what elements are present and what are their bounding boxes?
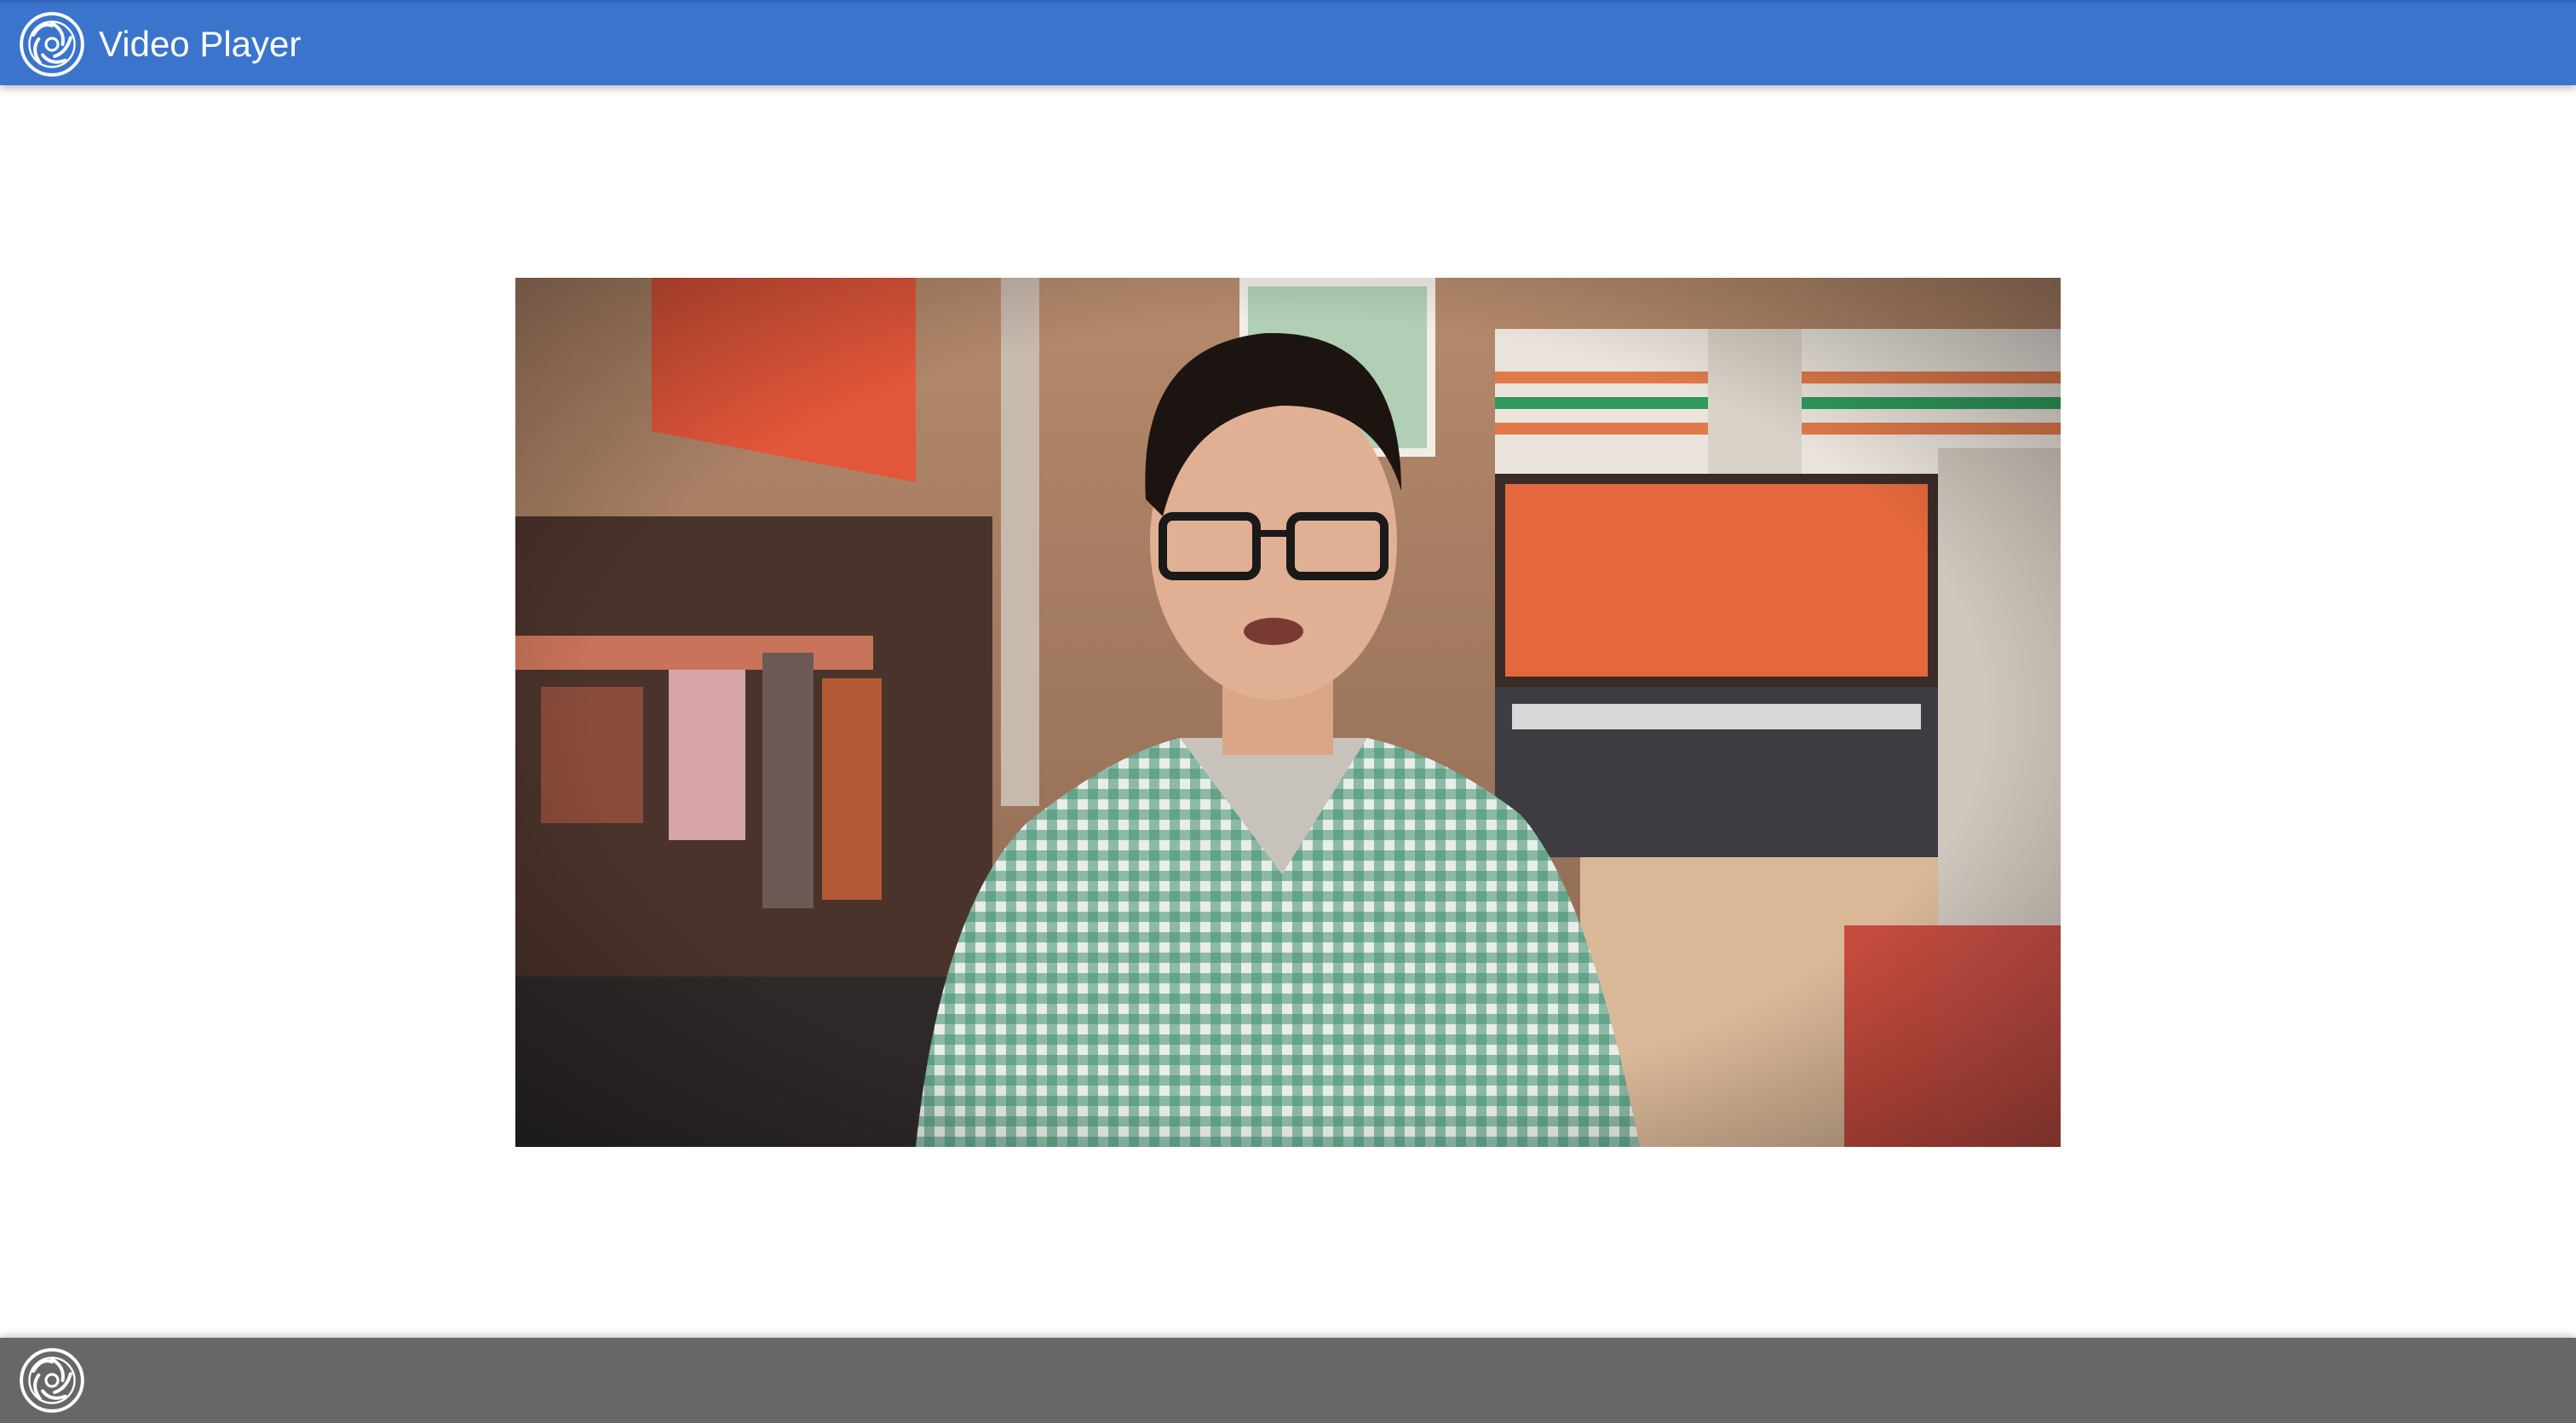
app-header: Video Player <box>0 0 2576 85</box>
app-footer <box>0 1338 2576 1423</box>
aperture-logo-icon[interactable] <box>19 1347 85 1414</box>
video-frame[interactable] <box>515 278 2061 1147</box>
app-title: Video Player <box>99 23 302 64</box>
aperture-logo-icon[interactable] <box>19 11 85 78</box>
